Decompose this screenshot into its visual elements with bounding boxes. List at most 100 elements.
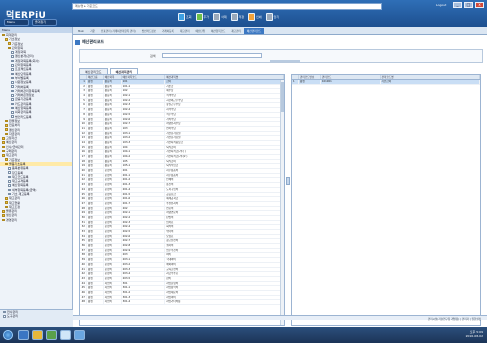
table-cell: 203-5	[122, 276, 166, 281]
column-header[interactable]: 관리코드번호	[299, 75, 321, 79]
table-cell: 활성	[87, 112, 104, 117]
logout-link[interactable]: Logout	[436, 3, 446, 7]
tab[interactable]: 법인카드정보	[139, 28, 159, 34]
media-icon[interactable]	[46, 330, 57, 340]
table-row[interactable]: 48 활성 사업비 301-4 사업기타비용	[80, 300, 284, 305]
table-cell: 201-4	[122, 187, 166, 192]
table-cell: 활성	[87, 159, 104, 164]
status-bar: 관리시설(기술연구팀 개발용) | 관리자 | 권한설정	[73, 315, 487, 321]
table-cell: 202-7	[122, 239, 166, 244]
scrollbar-thumb[interactable]	[281, 82, 284, 112]
column-header[interactable]: 예산과목	[104, 75, 122, 79]
menu-search-input[interactable]: 메뉴명 ▸ 기준코드	[72, 3, 382, 10]
start-button[interactable]	[3, 330, 13, 340]
table-cell: 활성	[87, 126, 104, 131]
table-cell: 47	[81, 295, 87, 300]
close-button[interactable]: x	[475, 2, 484, 8]
table-cell: 활동비	[104, 155, 122, 159]
table-cell: 사업여비	[165, 295, 284, 300]
column-header[interactable]	[80, 75, 87, 79]
folder-icon[interactable]	[32, 330, 43, 340]
search-tool-button[interactable]: 조회	[178, 13, 192, 21]
table-cell: 사업비	[104, 281, 122, 286]
table-cell: 활성	[87, 300, 104, 304]
table-cell: 102-7	[122, 122, 166, 126]
column-header[interactable]	[292, 75, 299, 79]
folder-icon	[5, 128, 8, 131]
add-tool-button[interactable]: 추가	[195, 13, 209, 21]
panel-splitter[interactable]	[286, 177, 290, 185]
folder-icon	[2, 210, 5, 213]
folder-icon	[5, 38, 8, 41]
table-cell: 활성	[87, 239, 104, 244]
print-tool-button[interactable]: 인쇄	[248, 13, 262, 21]
table-cell: 활동비	[104, 84, 122, 89]
table-cell: 운영비	[104, 211, 122, 215]
table-cell: 201-7	[122, 201, 166, 206]
table-cell: 301-1	[122, 286, 166, 290]
app-icon[interactable]	[60, 330, 71, 340]
print-icon	[248, 13, 256, 21]
table-cell: 제세공과금	[165, 197, 284, 201]
main-panel: Main 기준 전표관리 (거래처관리항목 관리) 법인카드정보 거래처등록 재고관리 예산…	[73, 27, 487, 327]
table-cell: 22	[81, 178, 87, 183]
table-cell: 사업비	[104, 300, 122, 304]
table-cell: 25	[81, 192, 87, 197]
page-icon	[8, 179, 11, 183]
menu-button[interactable]: Menu	[4, 19, 29, 26]
folder-icon	[5, 162, 8, 166]
table-cell: 활성	[87, 258, 104, 262]
maximize-button[interactable]: □	[464, 2, 473, 8]
tab[interactable]: 예산항목코드	[208, 28, 228, 34]
column-header[interactable]: 예산과목명	[165, 75, 284, 79]
erp-icon[interactable]	[74, 330, 85, 340]
table-cell: 활성	[87, 197, 104, 201]
table-cell: 제수당	[165, 89, 284, 94]
table-cell: 사업비	[104, 295, 122, 300]
table-cell: 35	[81, 239, 87, 244]
table-cell: 26	[81, 197, 87, 201]
table-cell: 103	[122, 126, 166, 131]
table-cell: 운영비	[104, 258, 122, 262]
table-cell: 103-2	[122, 136, 166, 140]
grid-scrollbar[interactable]	[280, 80, 284, 325]
table-cell: 활성	[87, 201, 104, 206]
page-icon	[11, 59, 14, 63]
close-tool-button[interactable]: 닫기	[265, 13, 279, 21]
table-cell: 203-2	[122, 262, 166, 267]
table-cell: 활성	[87, 206, 104, 211]
tab[interactable]: Main	[75, 29, 87, 34]
tab[interactable]: 전표관리 (거래처관리항목 관리)	[98, 28, 139, 34]
page-icon	[11, 94, 14, 97]
column-header[interactable]: 관리코드	[321, 75, 381, 79]
favorites-button[interactable]: 즐겨찾기	[32, 19, 57, 26]
ie-icon[interactable]	[18, 330, 29, 340]
tab[interactable]: 기준	[87, 28, 98, 34]
column-header[interactable]: 예산그룹	[87, 75, 104, 79]
page-title: 예산관리코드	[75, 39, 104, 45]
tab[interactable]: 재고관리	[177, 28, 193, 34]
table-cell: 연료비	[165, 206, 284, 211]
sidebar-bottom-item[interactable]: 도구관리	[0, 314, 73, 318]
sidebar-item[interactable]: 경영관리	[0, 218, 72, 222]
folder-icon	[2, 136, 5, 140]
table-cell: 45	[81, 286, 87, 290]
table-cell: 203-1	[122, 258, 166, 262]
tab[interactable]: 거래처등록	[159, 28, 177, 34]
tab[interactable]: 예산단위	[193, 28, 209, 34]
table-cell: 시간외근무수당	[165, 98, 284, 103]
tab[interactable]: 예산관리코드	[243, 28, 265, 34]
tab[interactable]: 재고관리	[228, 28, 244, 34]
table-cell: 인쇄비	[165, 178, 284, 183]
save-tool-button[interactable]: 저장	[230, 13, 244, 21]
minimize-button[interactable]: _	[453, 2, 462, 8]
column-header[interactable]: 관리코드명	[381, 75, 480, 79]
filter-input[interactable]	[162, 53, 262, 58]
table-row[interactable]: 1 활성 101001 기본급여	[292, 80, 480, 85]
folder-icon	[5, 158, 8, 162]
table-cell: 102-1	[122, 94, 166, 98]
column-header[interactable]: 예산과목코드	[122, 75, 166, 79]
table-cell: 행사비	[165, 244, 284, 248]
delete-tool-button[interactable]: 삭제	[213, 13, 227, 21]
table-cell: 33	[81, 230, 87, 234]
